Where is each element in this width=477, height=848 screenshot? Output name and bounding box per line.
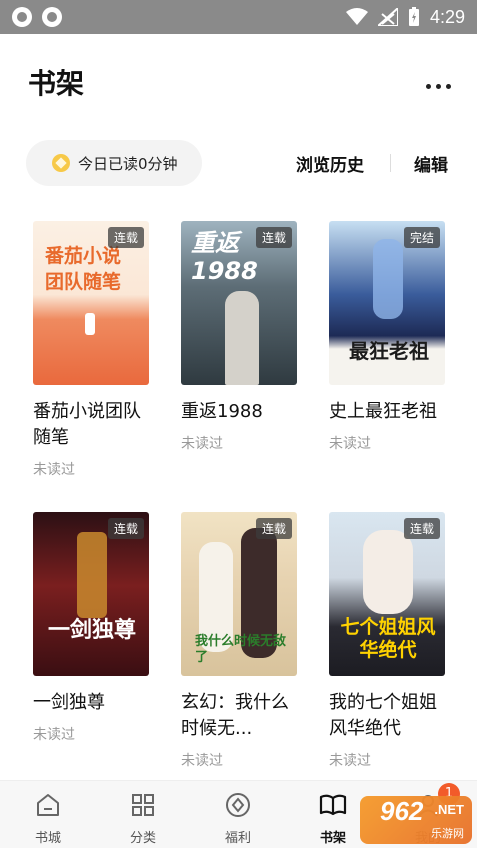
status-badge: 连载	[255, 227, 292, 248]
status-bar: 4:29	[0, 0, 477, 34]
status-badge: 连载	[255, 518, 292, 539]
book-card[interactable]: 最狂老祖 完结 史上最狂老祖 未读过	[329, 221, 447, 453]
nav-item-bookstore[interactable]: 书城	[18, 791, 78, 846]
nav-label: 书城	[34, 831, 61, 846]
reading-time-pill[interactable]: 今日已读0分钟	[26, 140, 202, 186]
nav-label: 福利	[224, 831, 251, 846]
book-cover[interactable]: 一剑独尊 连载	[33, 512, 149, 676]
book-cover[interactable]: 番茄小说团队随笔 连载	[33, 221, 149, 385]
app-notification-icon	[42, 7, 62, 27]
browse-history-link[interactable]: 浏览历史	[296, 151, 364, 176]
page-title: 书架	[28, 67, 85, 100]
status-badge: 完结	[403, 227, 440, 248]
watermark-site-name: 乐游网	[431, 827, 464, 840]
cover-figure	[225, 291, 259, 385]
book-cover[interactable]: 最狂老祖 完结	[329, 221, 445, 385]
dot	[436, 84, 441, 89]
edit-link[interactable]: 编辑	[414, 151, 448, 176]
book-icon	[319, 794, 347, 816]
nav-label: 分类	[129, 831, 156, 846]
book-title: 番茄小说团队随笔	[33, 401, 141, 448]
wifi-icon	[345, 8, 368, 25]
dot	[426, 84, 431, 89]
cover-figure	[363, 530, 413, 614]
signal-icon	[377, 8, 398, 26]
read-status: 未读过	[329, 436, 371, 452]
more-options-button[interactable]	[426, 84, 451, 89]
nav-item-category[interactable]: 分类	[113, 791, 173, 846]
book-title: 我的七个姐姐风华绝代	[329, 692, 437, 739]
watermark-domain: .NET	[434, 802, 464, 817]
read-status: 未读过	[181, 753, 223, 769]
book-cover[interactable]: 重返1988 连载	[181, 221, 297, 385]
book-title: 一剑独尊	[33, 692, 105, 713]
book-title: 玄幻：我什么时候无...	[181, 692, 289, 739]
book-card[interactable]: 我什么时候无敌了 连载 玄幻：我什么时候无... 未读过	[181, 512, 299, 770]
book-title: 史上最狂老祖	[329, 401, 437, 422]
cover-figure	[373, 239, 403, 319]
cover-art-text: 番茄小说团队随笔	[45, 245, 122, 293]
cover-art-text: 我什么时候无敌了	[195, 634, 287, 665]
dot	[446, 84, 451, 89]
book-title: 重返1988	[181, 401, 263, 422]
cover-art-text: 七个姐姐风华绝代	[340, 616, 436, 661]
site-watermark-logo: 962 .NET 乐游网	[360, 796, 472, 844]
status-badge: 连载	[107, 227, 144, 248]
status-badge: 连载	[403, 518, 440, 539]
status-bar-apps	[12, 7, 62, 27]
book-cover[interactable]: 七个姐姐风华绝代 连载	[329, 512, 445, 676]
book-card[interactable]: 七个姐姐风华绝代 连载 我的七个姐姐风华绝代 未读过	[329, 512, 447, 770]
status-bar-indicators: 4:29	[345, 5, 465, 29]
cover-art-text: 一剑独尊	[47, 618, 136, 643]
clock: 4:29	[429, 6, 465, 27]
cover-figure	[85, 313, 95, 335]
read-status: 未读过	[181, 436, 223, 452]
read-status: 未读过	[33, 727, 75, 743]
reading-time-text: 今日已读0分钟	[78, 154, 178, 173]
cover-figure	[77, 532, 107, 618]
book-card[interactable]: 番茄小说团队随笔 连载 番茄小说团队随笔 未读过	[33, 221, 151, 479]
status-badge: 连载	[107, 518, 144, 539]
nav-item-welfare[interactable]: 福利	[208, 791, 268, 846]
battery-icon	[408, 7, 419, 26]
app-notification-icon	[12, 7, 32, 27]
book-card[interactable]: 重返1988 连载 重返1988 未读过	[181, 221, 299, 453]
nav-label: 书架	[319, 831, 346, 846]
coin-icon	[52, 154, 70, 172]
read-status: 未读过	[329, 753, 371, 769]
read-status: 未读过	[33, 462, 75, 478]
gift-icon	[226, 793, 250, 817]
watermark-number: 962	[380, 796, 424, 826]
grid-icon	[132, 794, 154, 816]
book-cover[interactable]: 我什么时候无敌了 连载	[181, 512, 297, 676]
nav-item-bookshelf[interactable]: 书架	[303, 791, 363, 846]
cover-art-text: 最狂老祖	[349, 339, 429, 363]
home-icon	[37, 794, 59, 816]
divider	[390, 154, 391, 172]
book-card[interactable]: 一剑独尊 连载 一剑独尊 未读过	[33, 512, 151, 744]
